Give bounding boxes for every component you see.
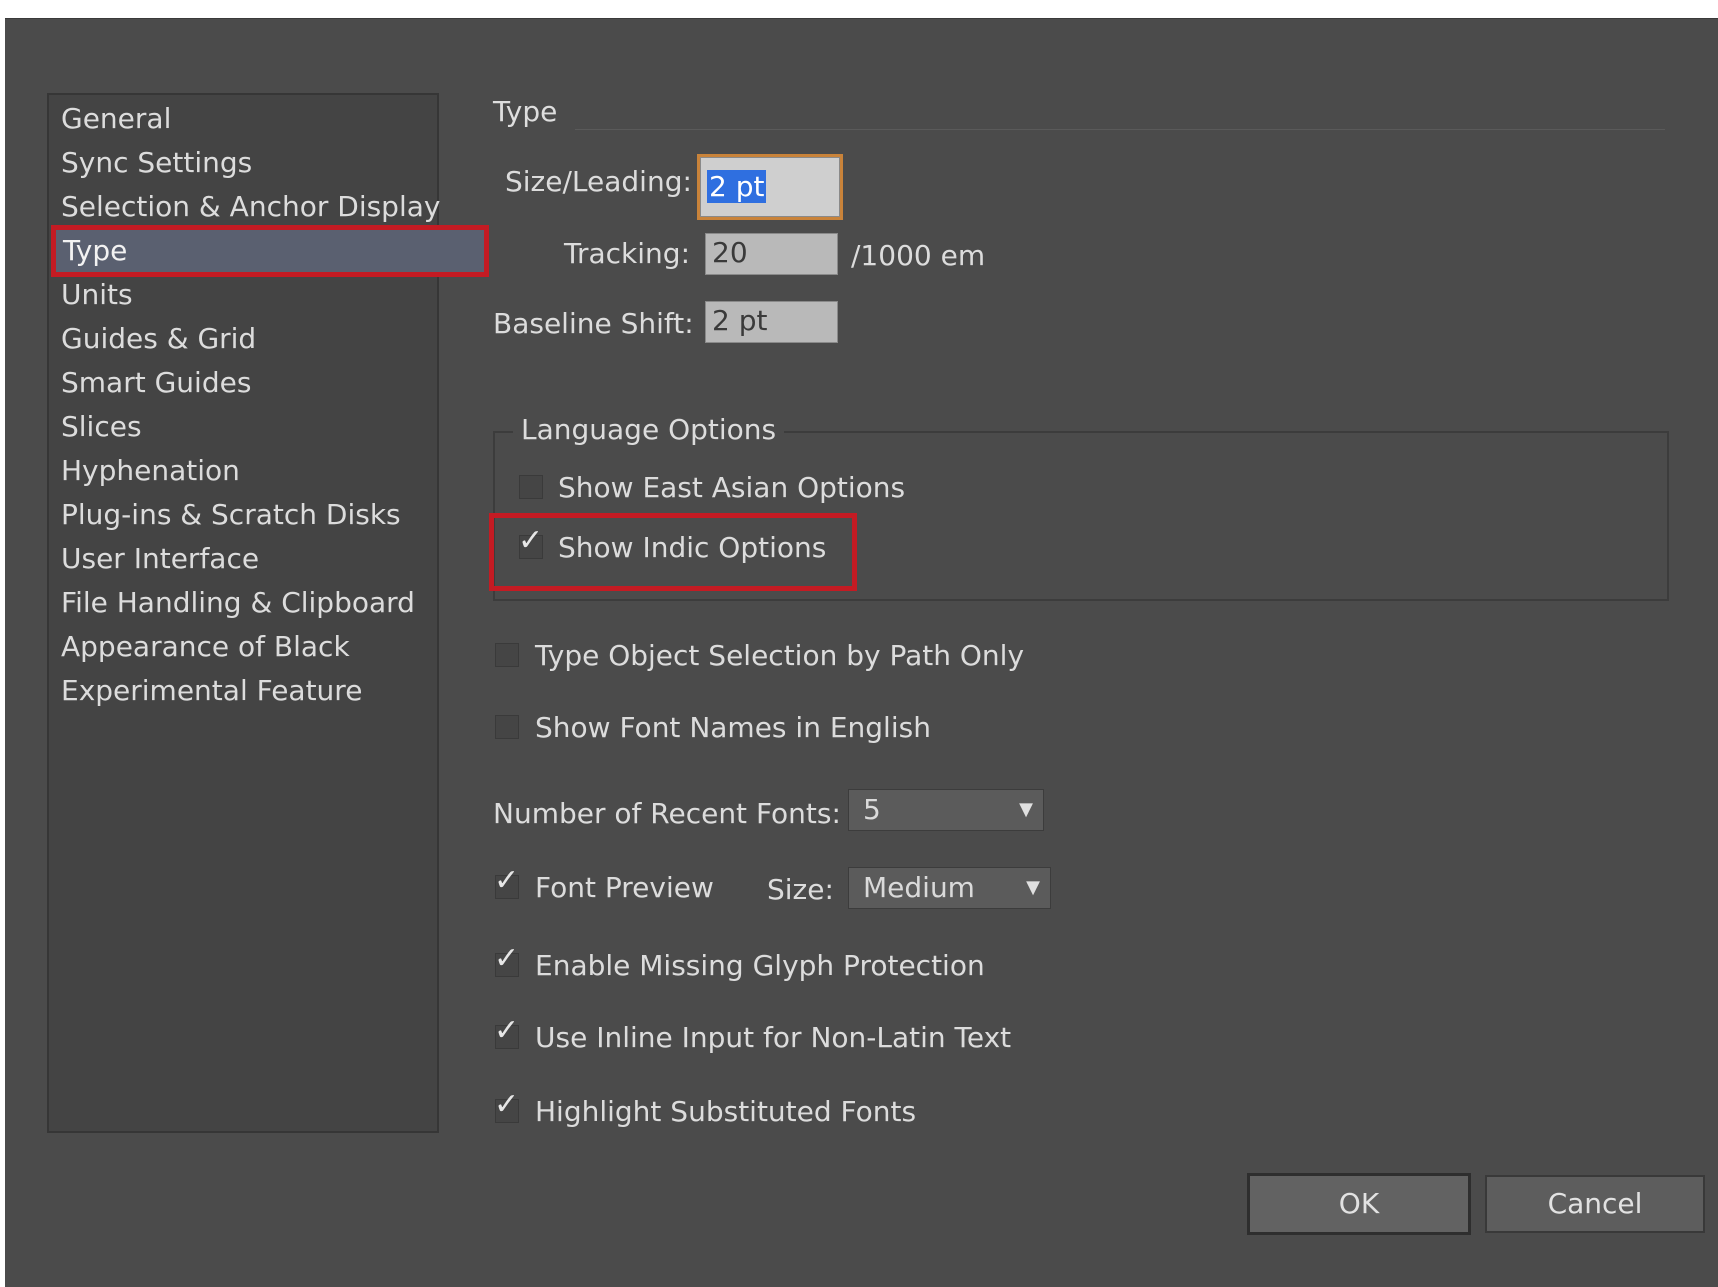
missing-glyph-label: Enable Missing Glyph Protection <box>535 949 985 982</box>
sidebar-item-hyphenation[interactable]: Hyphenation <box>61 449 240 493</box>
tracking-field[interactable]: 20 <box>705 233 838 275</box>
chevron-down-icon: ▼ <box>1026 877 1040 898</box>
checkmark-icon: ✓ <box>494 863 520 898</box>
font-preview-size-value: Medium <box>863 871 975 904</box>
sidebar-item-smart-guides[interactable]: Smart Guides <box>61 361 251 405</box>
chevron-down-icon: ▼ <box>1019 799 1033 820</box>
font-preview-label: Font Preview <box>535 871 714 904</box>
section-title: Type <box>493 95 558 128</box>
sidebar-item-sync-settings[interactable]: Sync Settings <box>61 141 252 185</box>
type-object-selection-checkbox[interactable] <box>495 643 519 667</box>
indic-highlight-box <box>489 513 857 591</box>
font-preview-size-dropdown[interactable]: Medium ▼ <box>848 867 1051 909</box>
sidebar-item-file-handling-clipboard[interactable]: File Handling & Clipboard <box>61 581 415 625</box>
highlight-substituted-label: Highlight Substituted Fonts <box>535 1095 917 1128</box>
sidebar-item-units[interactable]: Units <box>61 273 133 317</box>
section-divider <box>575 129 1665 130</box>
checkmark-icon: ✓ <box>494 941 520 976</box>
sidebar-item-user-interface[interactable]: User Interface <box>61 537 259 581</box>
checkmark-icon: ✓ <box>494 1013 520 1048</box>
type-object-selection-label: Type Object Selection by Path Only <box>535 639 1025 672</box>
sidebar-item-type[interactable]: Type <box>51 225 489 277</box>
recent-fonts-dropdown[interactable]: 5 ▼ <box>848 789 1044 831</box>
size-leading-field[interactable]: 2 pt <box>697 154 843 220</box>
east-asian-label: Show East Asian Options <box>558 471 906 504</box>
tracking-label: Tracking: <box>564 237 690 270</box>
sidebar-item-selection-anchor-display[interactable]: Selection & Anchor Display <box>61 185 440 229</box>
checkmark-icon: ✓ <box>494 1087 520 1122</box>
language-options-legend: Language Options <box>513 413 785 446</box>
font-names-english-checkbox[interactable] <box>495 715 519 739</box>
font-preview-checkbox[interactable]: ✓ <box>494 864 519 899</box>
baseline-shift-label: Baseline Shift: <box>493 307 694 340</box>
inline-input-checkbox[interactable]: ✓ <box>494 1014 519 1049</box>
preferences-dialog: General Sync Settings Selection & Anchor… <box>5 18 1718 1287</box>
tracking-unit: /1000 em <box>851 239 986 272</box>
sidebar-item-appearance-of-black[interactable]: Appearance of Black <box>61 625 350 669</box>
sidebar-item-general[interactable]: General <box>61 97 171 141</box>
sidebar-item-guides-grid[interactable]: Guides & Grid <box>61 317 256 361</box>
recent-fonts-value: 5 <box>863 793 881 826</box>
east-asian-checkbox[interactable] <box>519 475 543 499</box>
sidebar-item-experimental-feature[interactable]: Experimental Feature <box>61 669 362 713</box>
sidebar-item-plugins-scratch-disks[interactable]: Plug-ins & Scratch Disks <box>61 493 401 537</box>
font-names-english-label: Show Font Names in English <box>535 711 931 744</box>
size-leading-value: 2 pt <box>707 170 767 203</box>
ok-button[interactable]: OK <box>1247 1173 1471 1235</box>
preferences-sidebar: General Sync Settings Selection & Anchor… <box>47 93 489 1133</box>
baseline-shift-field[interactable]: 2 pt <box>705 301 838 343</box>
sidebar-item-slices[interactable]: Slices <box>61 405 142 449</box>
recent-fonts-label: Number of Recent Fonts: <box>493 797 841 830</box>
cancel-button[interactable]: Cancel <box>1485 1175 1705 1233</box>
highlight-substituted-checkbox[interactable]: ✓ <box>494 1088 519 1123</box>
size-leading-label: Size/Leading: <box>505 165 692 198</box>
font-preview-size-label: Size: <box>767 873 834 906</box>
missing-glyph-checkbox[interactable]: ✓ <box>494 942 519 977</box>
inline-input-label: Use Inline Input for Non-Latin Text <box>535 1021 1012 1054</box>
